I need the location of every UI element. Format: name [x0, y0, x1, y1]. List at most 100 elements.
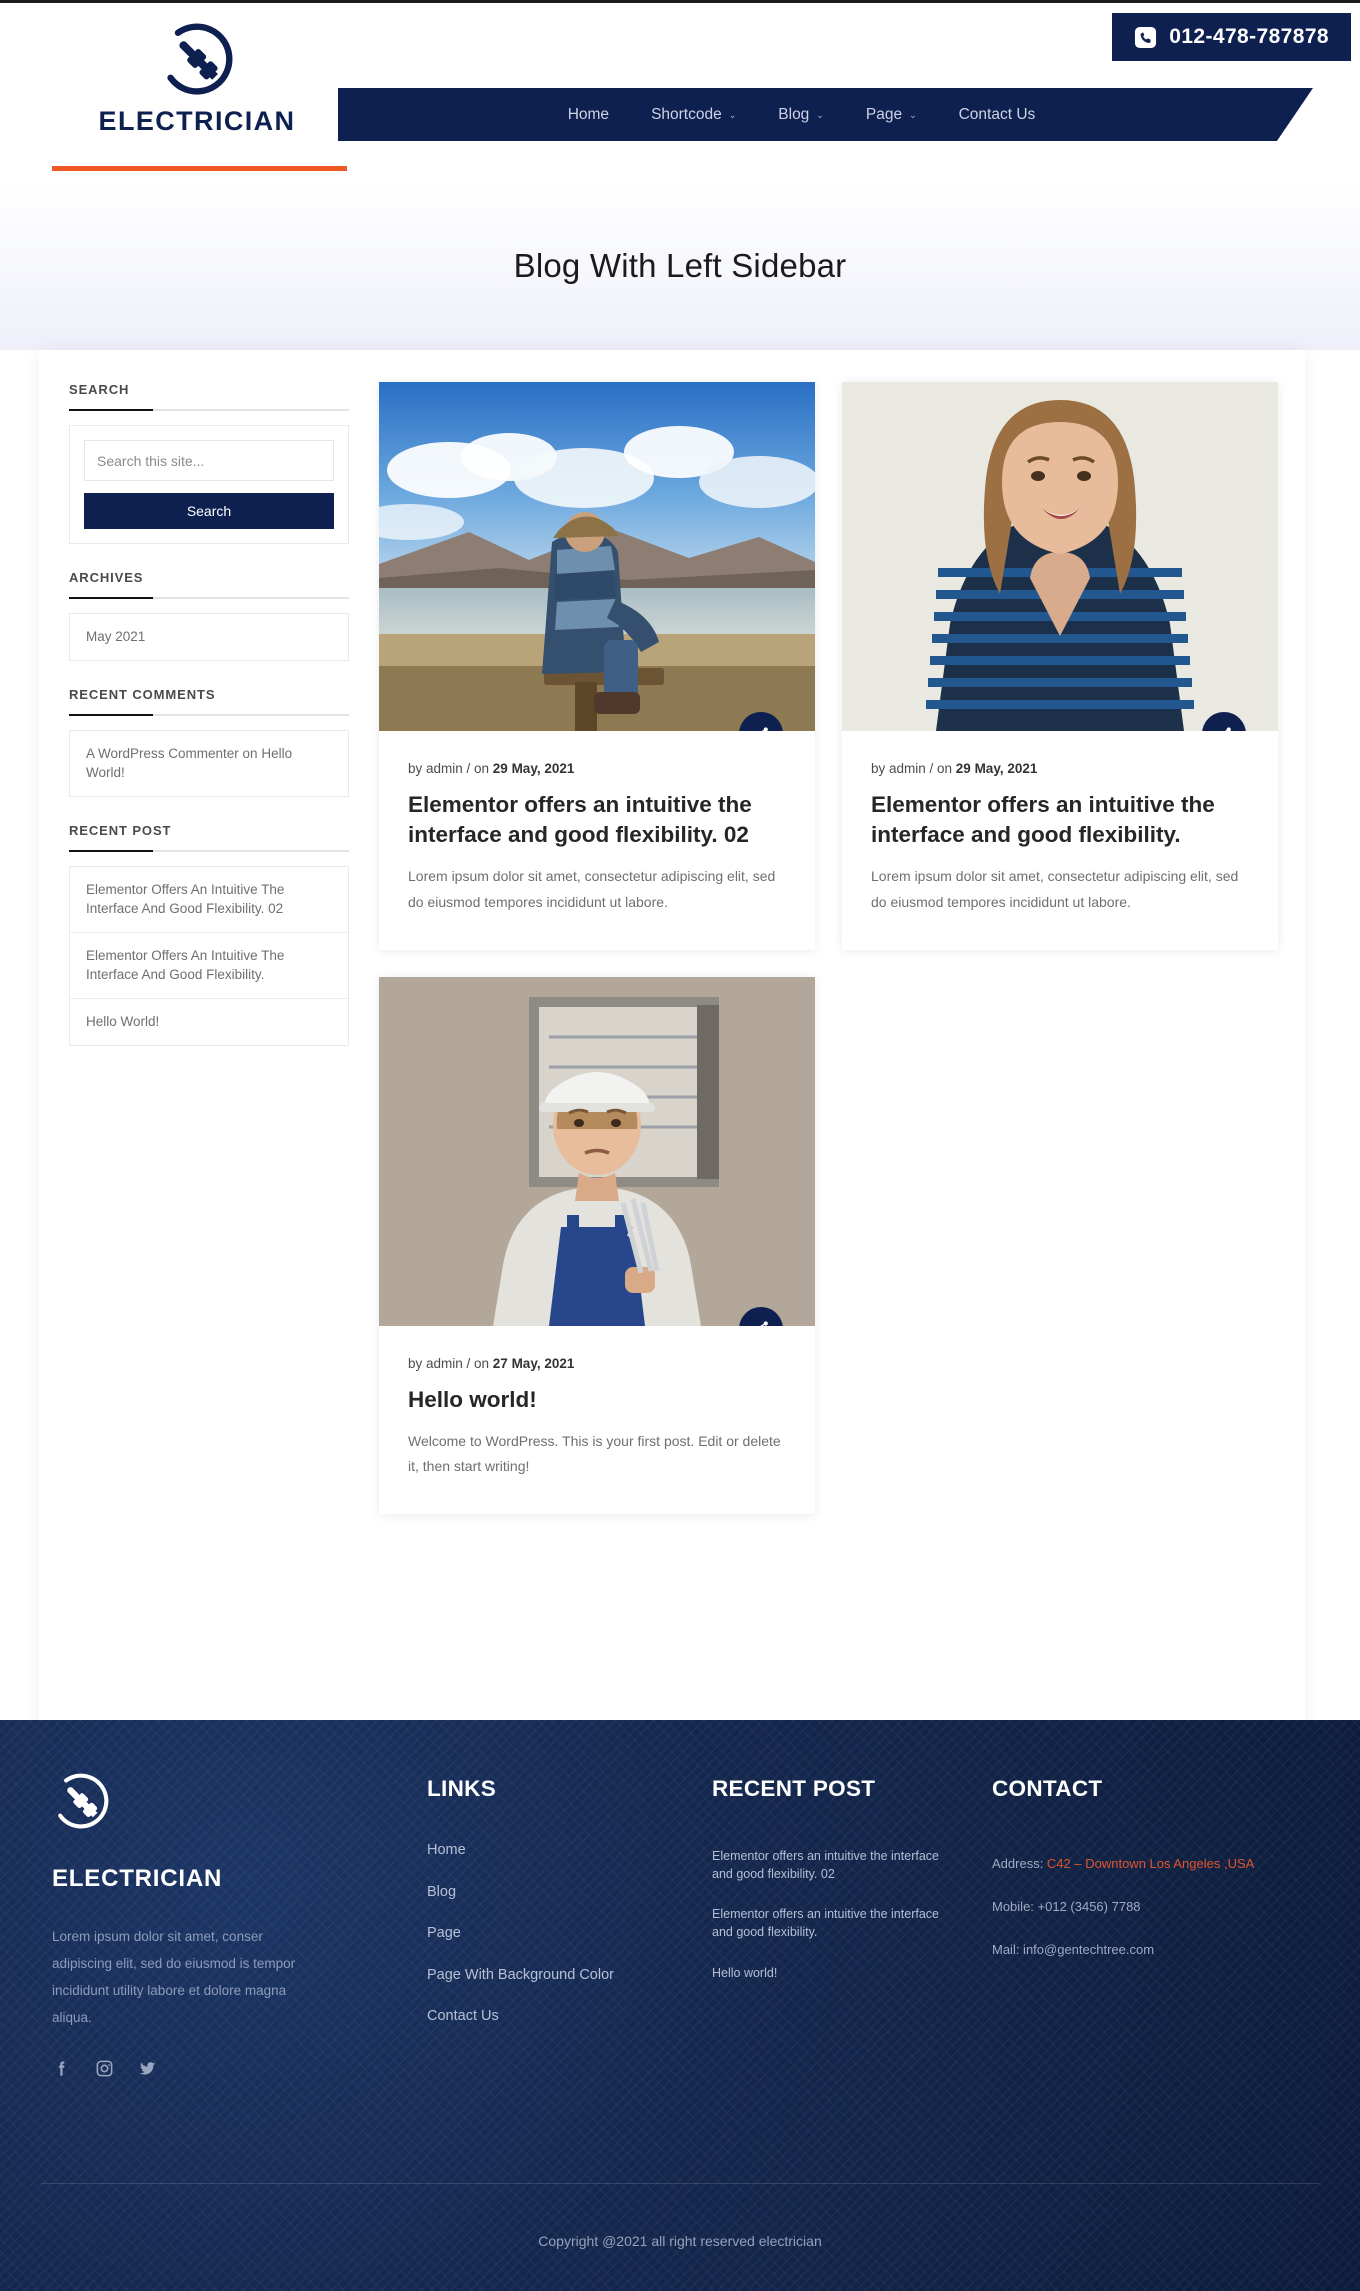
footer-contact-mobile[interactable]: Mobile: +012 (3456) 7788 — [992, 1897, 1272, 1918]
post-body: by admin / on 29 May, 2021 Elementor off… — [379, 731, 815, 950]
phone-number: 012-478-787878 — [1169, 25, 1329, 48]
chevron-down-icon: ⌄ — [816, 110, 824, 120]
facebook-icon[interactable] — [52, 2059, 71, 2078]
widget-search: SEARCH Search — [69, 382, 349, 544]
post-date: 27 May, 2021 — [492, 1355, 575, 1371]
post-author: by admin / on — [408, 1355, 493, 1371]
post-body: by admin / on 29 May, 2021 Elementor off… — [842, 731, 1278, 950]
footer-recent-post-item[interactable]: Elementor offers an intuitive the interf… — [712, 1847, 962, 1883]
post-card: by admin / on 27 May, 2021 Hello world! … — [379, 976, 815, 1515]
nav-label: Contact Us — [958, 105, 1036, 123]
page-title: Blog With Left Sidebar — [513, 247, 847, 284]
search-input[interactable] — [84, 440, 334, 481]
list-item[interactable]: A WordPress Commenter on Hello World! — [70, 731, 348, 796]
post-thumbnail[interactable] — [379, 976, 815, 1326]
footer-recent-post-item[interactable]: Hello world! — [712, 1964, 962, 1982]
search-widget-box: Search — [69, 425, 349, 544]
footer-link-page-with-background-color[interactable]: Page With Background Color — [427, 1967, 687, 1983]
post-title[interactable]: Hello world! — [408, 1385, 786, 1415]
twitter-icon[interactable] — [138, 2059, 157, 2078]
post-title[interactable]: Elementor offers an intuitive the interf… — [871, 790, 1249, 850]
phone-button[interactable]: 012-478-787878 — [1112, 13, 1351, 61]
page-hero: Blog With Left Sidebar — [0, 182, 1360, 350]
blog-post-grid: by admin / on 29 May, 2021 Elementor off… — [379, 382, 1279, 1515]
widget-title: ARCHIVES — [69, 570, 144, 585]
widget-underline — [69, 409, 349, 411]
list-item[interactable]: Elementor Offers An Intuitive The Interf… — [70, 933, 348, 999]
site-header: ELECTRICIAN 012-478-787878 Home Shortcod… — [0, 0, 1360, 182]
widget-underline — [69, 713, 349, 716]
footer-contact-mail[interactable]: Mail: info@gentechtree.com — [992, 1940, 1272, 1961]
widget-title: RECENT COMMENTS — [69, 686, 216, 702]
address-value[interactable]: C42 – Downtown Los Angeles ,USA — [1047, 1856, 1254, 1871]
plug-circle-logo-icon — [53, 1773, 109, 1829]
widget-archives: ARCHIVES May 2021 — [69, 570, 349, 661]
footer-columns: ELECTRICIAN Lorem ipsum dolor sit amet, … — [52, 1772, 1308, 2078]
list-item[interactable]: May 2021 — [70, 614, 348, 660]
footer-recent-post-column: RECENT POST Elementor offers an intuitiv… — [712, 1772, 962, 2078]
footer-recent-post-list: Elementor offers an intuitive the interf… — [712, 1847, 962, 1982]
footer-link-blog[interactable]: Blog — [427, 1884, 687, 1900]
footer-brand-name: ELECTRICIAN — [52, 1865, 223, 1892]
post-meta: by admin / on 29 May, 2021 — [871, 761, 1249, 776]
footer-link-home[interactable]: Home — [427, 1843, 687, 1858]
post-card: by admin / on 29 May, 2021 Elementor off… — [379, 382, 815, 950]
post-thumbnail[interactable] — [379, 382, 815, 731]
plug-circle-logo-icon — [161, 23, 233, 95]
recent-post-list: Elementor Offers An Intuitive The Interf… — [69, 865, 349, 1046]
widget-title: SEARCH — [69, 382, 130, 397]
post-thumbnail[interactable] — [842, 382, 1278, 731]
footer-copyright: Copyright @2021 all right reserved elect… — [538, 2233, 822, 2249]
nav-label: Shortcode — [651, 105, 722, 123]
nav-label: Page — [865, 105, 903, 123]
post-author: by admin / on — [408, 761, 493, 776]
footer-brand-column: ELECTRICIAN Lorem ipsum dolor sit amet, … — [52, 1772, 372, 2078]
post-image-electrician — [379, 976, 815, 1326]
header-top-rule — [0, 0, 1360, 3]
post-author: by admin / on — [871, 761, 956, 776]
page-root: ELECTRICIAN 012-478-787878 Home Shortcod… — [0, 0, 1360, 2291]
blog-sidebar: SEARCH Search ARCHIVES May 2021 RECENT C… — [69, 382, 349, 1072]
footer-link-page[interactable]: Page — [427, 1926, 687, 1941]
address-label: Address: — [992, 1856, 1047, 1871]
nav-item-home[interactable]: Home — [547, 106, 630, 124]
footer-column-title: RECENT POST — [712, 1776, 876, 1801]
footer-divider — [41, 2183, 1319, 2184]
footer-links-list: Home Blog Page Page With Background Colo… — [427, 1843, 687, 2024]
main-navigation: Home Shortcode ⌄ Blog ⌄ Page ⌄ Contact U… — [338, 88, 1313, 145]
footer-contact-column: CONTACT Address: C42 – Downtown Los Ange… — [992, 1772, 1272, 2078]
list-item[interactable]: Elementor Offers An Intuitive The Interf… — [70, 867, 348, 933]
post-meta: by admin / on 29 May, 2021 — [408, 761, 786, 776]
widget-underline — [69, 597, 349, 599]
content-panel: SEARCH Search ARCHIVES May 2021 RECENT C… — [39, 350, 1305, 1720]
instagram-icon[interactable] — [95, 2059, 114, 2078]
nav-item-page[interactable]: Page ⌄ — [845, 106, 938, 124]
share-icon — [760, 1321, 768, 1326]
widget-recent-comments: RECENT COMMENTS A WordPress Commenter on… — [69, 687, 349, 797]
chevron-down-icon: ⌄ — [909, 110, 917, 120]
nav-item-contact-us[interactable]: Contact Us — [938, 106, 1057, 124]
widget-underline — [69, 849, 349, 852]
chevron-down-icon: ⌄ — [728, 110, 737, 120]
list-item[interactable]: Hello World! — [70, 999, 348, 1045]
recent-comments-list: A WordPress Commenter on Hello World! — [69, 729, 349, 797]
site-brand[interactable]: ELECTRICIAN — [52, 22, 342, 137]
footer-social-links — [52, 2059, 372, 2078]
footer-description: Lorem ipsum dolor sit amet, conser adipi… — [52, 1929, 296, 2025]
nav-item-blog[interactable]: Blog ⌄ — [757, 106, 845, 124]
footer-link-contact-us[interactable]: Contact Us — [427, 2009, 687, 2024]
footer-column-title: LINKS — [427, 1776, 496, 1801]
post-excerpt: Lorem ipsum dolor sit amet, consectetur … — [408, 867, 776, 910]
search-button[interactable]: Search — [84, 493, 334, 529]
post-image-man-on-bench — [379, 382, 815, 731]
widget-title: RECENT POST — [69, 822, 172, 838]
footer-recent-post-item[interactable]: Elementor offers an intuitive the interf… — [712, 1905, 962, 1941]
nav-item-shortcode[interactable]: Shortcode ⌄ — [630, 106, 757, 124]
post-excerpt: Welcome to WordPress. This is your first… — [408, 1432, 781, 1475]
footer-links-column: LINKS Home Blog Page Page With Backgroun… — [427, 1772, 687, 2078]
post-card: by admin / on 29 May, 2021 Elementor off… — [842, 382, 1278, 950]
site-footer: ELECTRICIAN Lorem ipsum dolor sit amet, … — [0, 1720, 1360, 2291]
post-title[interactable]: Elementor offers an intuitive the interf… — [408, 790, 786, 850]
footer-column-title: CONTACT — [992, 1776, 1103, 1801]
post-date: 29 May, 2021 — [492, 761, 575, 776]
